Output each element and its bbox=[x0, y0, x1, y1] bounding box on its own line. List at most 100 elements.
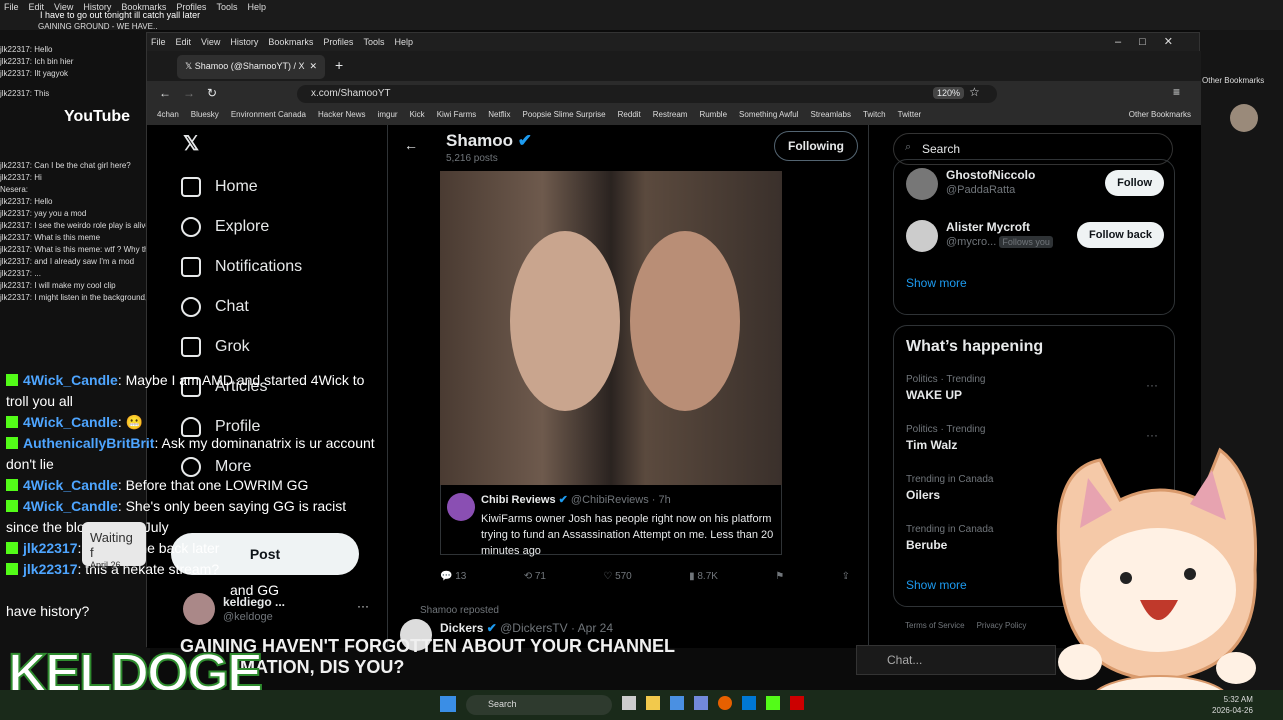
bookmark-rumble[interactable]: Rumble bbox=[699, 110, 727, 122]
reload-icon[interactable]: ↻ bbox=[207, 86, 217, 100]
bookmark-icon[interactable]: ⚑ bbox=[775, 571, 784, 591]
repost-button[interactable]: ⟲ 71 bbox=[524, 571, 546, 591]
menu-edit[interactable]: Edit bbox=[176, 37, 192, 47]
clock[interactable]: 5:32 AM 2026-04-26 bbox=[1212, 694, 1253, 716]
close-tab-icon[interactable]: ✕ bbox=[309, 61, 317, 72]
bookmark-something-awful[interactable]: Something Awful bbox=[739, 110, 798, 122]
show-more-link[interactable]: Show more bbox=[906, 276, 967, 290]
chat-text: Before that one LOWRIM GG bbox=[125, 477, 309, 493]
show-more-trends[interactable]: Show more bbox=[906, 578, 967, 592]
menu-profiles[interactable]: Profiles bbox=[323, 37, 353, 47]
bookmark-streamlabs[interactable]: Streamlabs bbox=[810, 110, 850, 122]
app-icon[interactable] bbox=[742, 696, 756, 710]
tab-active[interactable]: 𝕏 Shamoo (@ShamooYT) / X ✕ bbox=[177, 55, 325, 79]
like-button[interactable]: ♡ 570 bbox=[603, 571, 631, 591]
taskbar-search[interactable]: Search bbox=[466, 695, 612, 715]
bookmark-4chan[interactable]: 4chan bbox=[157, 110, 179, 122]
bg-menu-file[interactable]: File bbox=[4, 2, 19, 12]
bookmark-kick[interactable]: Kick bbox=[410, 110, 425, 122]
small-chat-line: jlk22317: What is this meme: wtf ? Why t… bbox=[0, 245, 150, 254]
discord-icon[interactable] bbox=[694, 696, 708, 710]
bookmark-bluesky[interactable]: Bluesky bbox=[191, 110, 219, 122]
bg-menu-help[interactable]: Help bbox=[247, 2, 266, 12]
quoted-post[interactable]: Chibi Reviews ✔ @ChibiReviews · 7h KiwiF… bbox=[440, 485, 782, 557]
nav-explore[interactable]: Explore bbox=[181, 217, 269, 237]
folder-icon[interactable] bbox=[646, 696, 660, 710]
app-icon[interactable] bbox=[790, 696, 804, 710]
bookmark-environment-canada[interactable]: Environment Canada bbox=[231, 110, 306, 122]
post-image[interactable] bbox=[440, 171, 782, 485]
mascot-eye-left bbox=[1120, 572, 1132, 584]
bookmark-imgur[interactable]: imgur bbox=[378, 110, 398, 122]
forward-icon[interactable]: → bbox=[183, 86, 195, 100]
kick-icon bbox=[6, 479, 18, 491]
suggestion-handle: @mycro... Follows you bbox=[946, 236, 1053, 248]
terms-link[interactable]: Terms of Service bbox=[905, 621, 965, 630]
waiting-card: Waiting f April 26 bbox=[82, 522, 146, 570]
bookmark-hacker-news[interactable]: Hacker News bbox=[318, 110, 366, 122]
views-button[interactable]: ▮ 8.7K bbox=[689, 571, 718, 591]
kick-icon bbox=[6, 374, 18, 386]
share-icon[interactable]: ⇪ bbox=[842, 571, 850, 591]
bookmark-poopsie[interactable]: Poopsie Slime Surprise bbox=[522, 110, 605, 122]
back-icon[interactable]: ← bbox=[159, 86, 171, 100]
mascot-paw-left bbox=[1058, 644, 1102, 680]
windows-start-icon[interactable] bbox=[440, 696, 456, 712]
trend-item[interactable]: Politics · Trending WAKE UP ··· bbox=[906, 374, 1164, 418]
nav-notifications[interactable]: Notifications bbox=[181, 257, 302, 277]
chat-message: AuthenicallyBritBrit: Ask my dominanatri… bbox=[6, 435, 375, 472]
back-arrow-icon[interactable]: ← bbox=[404, 137, 418, 153]
firefox-icon[interactable] bbox=[718, 696, 732, 710]
reply-button[interactable]: 💬 13 bbox=[440, 571, 466, 591]
bookmark-twitch[interactable]: Twitch bbox=[863, 110, 886, 122]
more-icon[interactable]: ··· bbox=[1146, 378, 1158, 392]
follow-suggestion[interactable]: GhostofNiccolo @PaddaRatta Follow bbox=[906, 164, 1164, 204]
url-input[interactable]: x.com/ShamooYT bbox=[297, 85, 997, 103]
follow-button[interactable]: Follow bbox=[1105, 170, 1164, 196]
window-controls[interactable]: –□✕ bbox=[1115, 35, 1191, 48]
bookmark-netflix[interactable]: Netflix bbox=[488, 110, 510, 122]
nav-chat[interactable]: Chat bbox=[181, 297, 249, 317]
privacy-link[interactable]: Privacy Policy bbox=[977, 621, 1027, 630]
follow-back-button[interactable]: Follow back bbox=[1077, 222, 1164, 248]
bg-other-bookmarks[interactable]: Other Bookmarks bbox=[1202, 76, 1264, 85]
small-chat-line: jlk22317: ... bbox=[0, 269, 41, 278]
other-bookmarks[interactable]: Other Bookmarks bbox=[1129, 110, 1191, 122]
follow-suggestion[interactable]: Alister Mycroft @mycro... Follows you Fo… bbox=[906, 216, 1164, 256]
menu-icon[interactable]: ≡ bbox=[1173, 85, 1180, 99]
profile-name: Shamoo ✔ bbox=[446, 131, 532, 151]
repost-count: 71 bbox=[534, 571, 546, 582]
x-logo-icon[interactable]: 𝕏 bbox=[183, 131, 199, 156]
kick-icon bbox=[6, 563, 18, 575]
nav-grok[interactable]: Grok bbox=[181, 337, 250, 357]
quote-handle: @ChibiReviews · 7h bbox=[570, 494, 671, 506]
nav-label: Notifications bbox=[215, 258, 303, 275]
bookmark-kiwi-farms[interactable]: Kiwi Farms bbox=[437, 110, 477, 122]
bookmark-restream[interactable]: Restream bbox=[653, 110, 688, 122]
taskview-icon[interactable] bbox=[622, 696, 636, 710]
menu-tools[interactable]: Tools bbox=[363, 37, 384, 47]
banner-line: MATION, DIS YOU? bbox=[240, 657, 405, 677]
zoom-level[interactable]: 120% bbox=[933, 87, 965, 99]
menu-file[interactable]: File bbox=[151, 37, 166, 47]
bg-menu-tools[interactable]: Tools bbox=[216, 2, 237, 12]
app-icon[interactable] bbox=[670, 696, 684, 710]
avatar bbox=[906, 168, 938, 200]
chat-input[interactable]: Chat... bbox=[856, 645, 1056, 675]
menu-bookmarks[interactable]: Bookmarks bbox=[268, 37, 313, 47]
menu-view[interactable]: View bbox=[201, 37, 220, 47]
star-icon[interactable]: ☆ bbox=[969, 85, 980, 99]
bell-icon bbox=[181, 257, 201, 277]
next-post-name: Dickers bbox=[440, 621, 484, 635]
menu-history[interactable]: History bbox=[230, 37, 258, 47]
avatar bbox=[906, 220, 938, 252]
bookmark-twitter[interactable]: Twitter bbox=[898, 110, 922, 122]
small-chat-line: jlk22317: and I already saw I'm a mod bbox=[0, 257, 135, 266]
bookmark-reddit[interactable]: Reddit bbox=[618, 110, 641, 122]
app-icon[interactable] bbox=[766, 696, 780, 710]
bg-avatar[interactable] bbox=[1230, 104, 1258, 132]
nav-home[interactable]: Home bbox=[181, 177, 258, 197]
new-tab-icon[interactable]: + bbox=[335, 57, 343, 73]
following-button[interactable]: Following bbox=[774, 131, 858, 161]
menu-help[interactable]: Help bbox=[394, 37, 413, 47]
